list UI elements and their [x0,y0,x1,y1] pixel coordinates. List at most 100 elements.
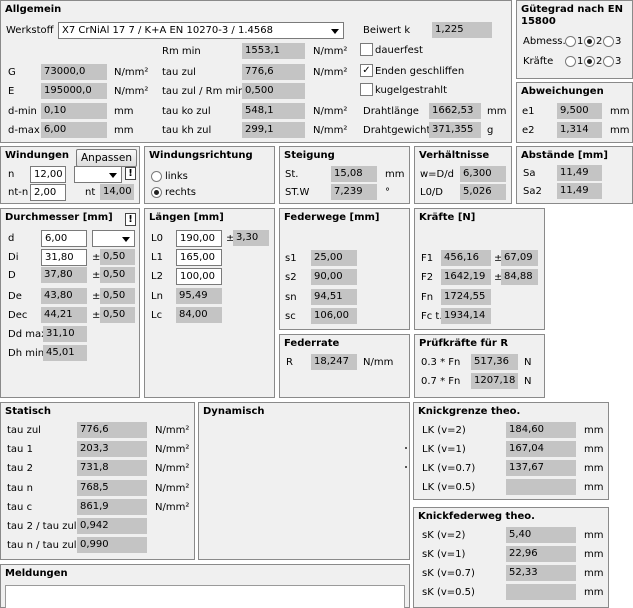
abmess-label: Abmess. [523,36,566,47]
knickgrenze-value: 137,67 [506,460,576,476]
warning-icon: ! [125,213,136,226]
sa2-value: 11,49 [557,183,602,199]
Dec-value: 44,21 [41,307,87,323]
tau-ko-value: 548,1 [242,103,305,119]
rechts-radio[interactable] [151,187,162,198]
G-value: 73000,0 [41,64,107,80]
drahtgewicht-value: 371,355 [429,122,481,138]
panel-guetegrad: Gütegrad nach EN 15800 Abmess. 1 2 3 Krä… [516,0,633,79]
knickfederweg-value: 52,33 [506,565,576,581]
warning-icon: ! [125,167,136,180]
drahtgewicht-label: Drahtgewicht [363,125,431,136]
st-unit: mm [385,169,405,180]
abmess-radio-1[interactable] [565,36,576,47]
chevron-down-icon [122,237,130,242]
Di-input[interactable]: 31,80 [41,249,87,266]
divider-dot [405,447,407,449]
L0-input[interactable]: 190,00 [176,230,222,247]
panel-kraefte: Kräfte [N] F1 456,16 ± 67,09 F2 1642,19 … [414,208,545,330]
tau-ko-unit: N/mm² [313,106,348,117]
knickfederweg-value: 22,96 [506,546,576,562]
enden-geschliffen-checkbox[interactable]: ✓ [360,64,373,77]
abmess-opt3: 3 [615,36,622,47]
Dhmin-value: 45,01 [43,345,87,361]
links-radio[interactable] [151,171,162,182]
panel-title: Kräfte [N] [419,212,476,223]
ntn-input[interactable]: 2,00 [30,184,66,201]
l0d-label: L0/D [420,187,444,198]
Di-label: Di [8,252,19,263]
werkstoff-select[interactable]: X7 CrNiAl 17 7 / K+A EN 10270-3 / 1.4568 [58,22,344,39]
De-value: 43,80 [41,288,87,304]
D-label: D [8,270,16,281]
sc-label: sc [285,311,296,322]
dmin-value: 0,10 [41,103,107,119]
n-input[interactable]: 12,00 [30,166,66,183]
Fn-value: 1724,55 [441,289,491,305]
knickgrenze-label: LK (v=1) [422,444,466,455]
E-value: 195000,0 [41,83,107,99]
n-select[interactable] [74,166,122,183]
D-tol: 0,50 [100,267,135,283]
knickfederweg-label: sK (v=1) [422,549,466,560]
L1-input[interactable]: 165,00 [176,249,222,266]
meldungen-textarea[interactable] [5,585,405,608]
werkstoff-label: Werkstoff [6,25,54,36]
tau-kh-unit: N/mm² [313,125,348,136]
kraefte-radio-1[interactable] [565,56,576,67]
d-input[interactable]: 6,00 [41,230,87,247]
anpassen-button[interactable]: Anpassen [76,149,137,167]
e1-value: 9,500 [557,103,602,119]
panel-federwege: Federwege [mm] s1 25,00 s2 90,00 sn 94,5… [279,208,410,330]
panel-windungsrichtung: Windungsrichtung links rechts [144,146,275,204]
statisch-label: tau n / tau zul [7,540,77,551]
sn-value: 94,51 [311,289,357,305]
abmess-radio-2[interactable] [584,36,595,47]
Dhmin-label: Dh min [8,348,45,359]
tau-zul-value: 776,6 [242,64,305,80]
kraefte-radio-2[interactable] [584,56,595,67]
dauerfest-checkbox[interactable] [360,43,373,56]
d-select[interactable] [92,230,135,247]
divider-dot [405,466,407,468]
panel-title: Abweichungen [521,86,604,97]
knickgrenze-value [506,479,576,495]
knickgrenze-label: LK (v=2) [422,425,466,436]
knickgrenze-unit: mm [584,444,604,455]
abmess-opt1: 1 [577,36,584,47]
wdd-label: w=D/d [420,169,454,180]
panel-abweichungen: Abweichungen e1 9,500 mm e2 1,314 mm [516,82,633,143]
chevron-down-icon [109,173,117,178]
statisch-unit: N/mm² [155,502,190,513]
kugelgestrahlt-checkbox[interactable] [360,83,373,96]
statisch-value: 768,5 [77,480,147,496]
statisch-label: tau n [7,483,33,494]
L2-input[interactable]: 100,00 [176,268,222,285]
statisch-value: 776,6 [77,422,147,438]
knickfederweg-unit: mm [584,587,604,598]
statisch-unit: N/mm² [155,425,190,436]
enden-label: Enden geschliffen [375,66,465,77]
panel-durchmesser: Durchmesser [mm] ! d 6,00 Di 31,80 ± 0,5… [0,208,140,398]
kraefte-radio-3[interactable] [603,56,614,67]
beiwert-value: 1,225 [432,22,492,38]
panel-title: Windungen [5,150,70,161]
abmess-radio-3[interactable] [603,36,614,47]
Di-tol: 0,50 [100,249,135,265]
panel-title: Windungsrichtung [149,150,253,161]
stw-value: 7,239 [331,184,377,200]
knickgrenze-unit: mm [584,482,604,493]
Ln-label: Ln [151,291,163,302]
drahtlaenge-value: 1662,53 [429,103,481,119]
statisch-value: 203,3 [77,441,147,457]
e2-label: e2 [522,125,535,136]
statisch-unit: N/mm² [155,483,190,494]
R-unit: N/mm [363,357,394,368]
chevron-down-icon [331,29,339,34]
e1-unit: mm [610,106,630,117]
nt-value: 14,00 [100,184,134,200]
s2-label: s2 [285,272,297,283]
drahtlaenge-label: Drahtlänge [363,106,419,117]
p1-value: 517,36 [471,354,518,370]
Fct-value: 1934,14 [441,308,491,324]
